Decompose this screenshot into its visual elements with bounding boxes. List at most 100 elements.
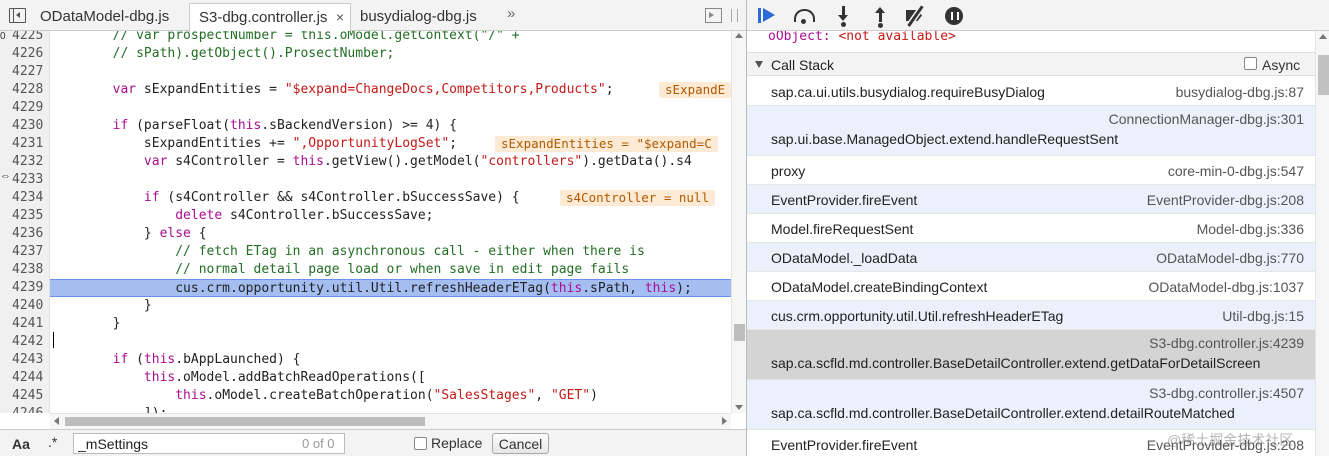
watch-value: <not available>: [838, 31, 956, 44]
code-editor[interactable]: 4225 4226 4227 4228 4229 4230 4231 4232 4233 4234…: [0, 31, 731, 413]
line-number[interactable]: 4246: [12, 405, 43, 413]
async-checkbox[interactable]: [1244, 57, 1257, 70]
line-number[interactable]: 4243: [12, 351, 43, 369]
line-number[interactable]: 4242: [12, 333, 43, 351]
scroll-thumb[interactable]: [734, 324, 745, 341]
tab-s3-controller[interactable]: S3-dbg.controller.js ×: [189, 3, 351, 32]
sources-pane: ODataModel-dbg.js S3-dbg.controller.js ×…: [0, 0, 746, 456]
replace-label[interactable]: Replace: [431, 435, 482, 451]
step-into-icon[interactable]: [833, 5, 855, 27]
call-frame[interactable]: proxy core-min-0-dbg.js:547: [747, 156, 1315, 185]
code-text: // normal detail page load or when save …: [50, 261, 629, 279]
call-frame-location[interactable]: core-min-0-dbg.js:547: [1168, 163, 1304, 179]
line-number[interactable]: 4237: [12, 243, 43, 261]
expand-triangle-icon[interactable]: [755, 61, 763, 68]
call-frame-location[interactable]: ODataModel-dbg.js:1037: [1148, 279, 1304, 295]
toggle-navigator-icon[interactable]: [9, 8, 26, 23]
scroll-up-icon[interactable]: [1319, 34, 1327, 39]
call-frame[interactable]: sap.ui.base.ManagedObject.extend.handleR…: [747, 106, 1315, 156]
call-frame-location[interactable]: Util-dbg.js:15: [1222, 308, 1304, 324]
code-line: } else {: [50, 225, 731, 243]
scroll-left-icon[interactable]: [54, 417, 59, 425]
line-number[interactable]: 4236: [12, 225, 43, 243]
scroll-right-icon[interactable]: [722, 417, 727, 425]
call-frame[interactable]: ODataModel._loadData ODataModel-dbg.js:77…: [747, 243, 1315, 272]
tab-odatamodel[interactable]: ODataModel-dbg.js: [31, 3, 186, 31]
call-frame-location[interactable]: busydialog-dbg.js:87: [1176, 84, 1304, 100]
line-number[interactable]: 4244: [12, 369, 43, 387]
debugger-toolbar: [747, 0, 1329, 31]
tab-busydialog[interactable]: busydialog-dbg.js: [351, 3, 491, 31]
call-frame-location[interactable]: EventProvider-dbg.js:208: [1147, 192, 1304, 208]
line-number[interactable]: 4228: [12, 81, 43, 99]
async-label[interactable]: Async: [1262, 57, 1300, 73]
editor-horizontal-scrollbar[interactable]: [50, 413, 731, 429]
line-number[interactable]: 4229: [12, 99, 43, 117]
code-line: delete s4Controller.bSuccessSave;: [50, 207, 731, 225]
step-out-icon[interactable]: [870, 5, 892, 28]
pane-resize-grip-icon[interactable]: [731, 9, 738, 22]
scroll-thumb[interactable]: [1318, 55, 1329, 95]
inline-value-preview: s4Controller = null: [560, 190, 715, 206]
line-number[interactable]: 4240: [12, 297, 43, 315]
watch-expression-row[interactable]: oObject: <not available>: [747, 31, 1315, 51]
call-frame[interactable]: ODataModel.createBindingContext ODataMode…: [747, 272, 1315, 301]
line-number[interactable]: 4241: [12, 315, 43, 333]
line-number[interactable]: 4232: [12, 153, 43, 171]
regex-button[interactable]: .*: [48, 434, 57, 450]
code-token: {: [190, 226, 207, 241]
line-number[interactable]: 4231: [12, 135, 43, 153]
line-number[interactable]: 4245: [12, 387, 43, 405]
line-number-gutter[interactable]: 4225 4226 4227 4228 4229 4230 4231 4232 4233 4234…: [0, 31, 50, 413]
resize-arrow-icon[interactable]: ⇔: [0, 170, 11, 182]
line-number[interactable]: 4238: [12, 261, 43, 279]
call-frame-location[interactable]: ConnectionManager-dbg.js:301: [1109, 111, 1304, 127]
step-over-icon[interactable]: [793, 5, 815, 27]
code-line: // normal detail page load or when save …: [50, 261, 731, 279]
call-frame[interactable]: Model.fireRequestSent Model-dbg.js:336: [747, 214, 1315, 243]
call-frame[interactable]: sap.ca.scfld.md.controller.BaseDetailCon…: [747, 380, 1315, 430]
call-frame-function: ODataModel.createBindingContext: [771, 279, 988, 295]
call-frame[interactable]: sap.ca.ui.utils.busydialog.requireBusyDi…: [747, 77, 1315, 106]
scroll-up-icon[interactable]: [735, 33, 743, 38]
call-frame-location[interactable]: Model-dbg.js:336: [1197, 221, 1304, 237]
line-number[interactable]: 4239: [12, 279, 43, 297]
toggle-debugger-icon[interactable]: [705, 8, 722, 23]
scroll-down-icon[interactable]: [735, 405, 743, 410]
code-token: ): [590, 388, 598, 403]
line-number[interactable]: 4226: [12, 45, 43, 63]
call-frame-function: sap.ca.scfld.md.controller.BaseDetailCon…: [771, 355, 1261, 371]
line-number[interactable]: 4225: [12, 31, 43, 45]
editor-vertical-scrollbar[interactable]: [731, 31, 746, 413]
line-number[interactable]: 4233: [12, 171, 43, 189]
deactivate-breakpoints-icon[interactable]: [904, 5, 926, 27]
code-token: // sPath).getObject().ProsectNumber;: [50, 46, 395, 61]
call-frame[interactable]: EventProvider.fireEvent EventProvider-dbg…: [747, 185, 1315, 214]
resume-icon[interactable]: [756, 5, 778, 27]
call-frame-location[interactable]: ODataModel-dbg.js:770: [1156, 250, 1304, 266]
call-frame-location[interactable]: S3-dbg.controller.js:4507: [1149, 385, 1304, 401]
code-token: this: [143, 352, 176, 367]
code-line: if (s4Controller && s4Controller.bSucces…: [50, 189, 731, 207]
call-frame[interactable]: sap.ca.scfld.md.controller.BaseDetailCon…: [747, 330, 1315, 380]
scroll-thumb[interactable]: [65, 417, 425, 426]
more-tabs-icon[interactable]: »: [507, 5, 515, 22]
close-icon[interactable]: ×: [336, 4, 344, 31]
line-number[interactable]: 4235: [12, 207, 43, 225]
match-case-button[interactable]: Aa: [12, 436, 30, 452]
call-frame-function: proxy: [771, 163, 806, 179]
call-frame[interactable]: cus.crm.opportunity.util.Util.refreshHea…: [747, 301, 1315, 330]
code-line: }: [50, 297, 731, 315]
code-token: .bAppLaunched) {: [175, 352, 301, 367]
pause-on-exceptions-icon[interactable]: [944, 5, 966, 27]
code-text: if (this.bAppLaunched) {: [50, 351, 301, 369]
replace-checkbox[interactable]: [414, 437, 427, 450]
call-stack-header[interactable]: Call Stack Async: [747, 52, 1315, 76]
cancel-button[interactable]: Cancel: [492, 433, 549, 454]
line-number[interactable]: 4234: [12, 189, 43, 207]
line-number[interactable]: 4230: [12, 117, 43, 135]
line-number[interactable]: 4227: [12, 63, 43, 81]
sidebar-scrollbar[interactable]: [1315, 31, 1329, 456]
call-frame-location[interactable]: S3-dbg.controller.js:4239: [1149, 335, 1304, 351]
